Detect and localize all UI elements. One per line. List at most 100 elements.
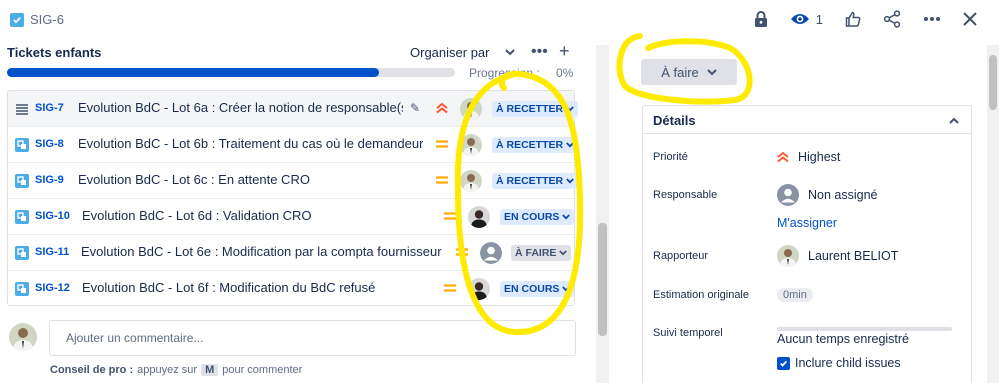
time-tracking-value: Aucun temps enregistré	[777, 332, 910, 346]
child-issue-row[interactable]: SIG-11 Evolution BdC - Lot 6e : Modificat…	[8, 235, 574, 271]
chevron-down-icon	[562, 214, 571, 220]
child-issue-summary[interactable]: Evolution BdC - Lot 6a : Créer la notion…	[78, 100, 403, 115]
priority-medium-icon	[436, 140, 448, 148]
assignee-field[interactable]: Non assigné	[777, 184, 878, 206]
include-child-checkbox[interactable]	[777, 356, 790, 370]
subtask-icon	[15, 138, 29, 152]
right-scrollbar[interactable]	[987, 45, 999, 383]
assignee-avatar[interactable]	[460, 134, 482, 156]
assignee-avatar[interactable]	[460, 98, 482, 120]
details-header[interactable]: Détails	[643, 106, 971, 134]
status-lozenge[interactable]: À RECETTER	[492, 101, 579, 117]
comment-input[interactable]: Ajouter un commentaire...	[49, 320, 576, 356]
status-label: EN COURS	[504, 211, 560, 223]
status-lozenge[interactable]: EN COURS	[500, 209, 575, 225]
chevron-up-icon[interactable]	[949, 117, 959, 124]
subtask-icon	[15, 246, 29, 260]
child-issue-row[interactable]: SIG-9 Evolution BdC - Lot 6c : En attente…	[8, 163, 579, 199]
time-tracking-label: Suivi temporel	[653, 327, 723, 339]
child-issue-key[interactable]: SIG-9	[35, 174, 64, 186]
details-panel: Détails Priorité Highest Responsable Non…	[642, 105, 972, 383]
chevron-down-icon	[562, 286, 571, 292]
child-issue-key[interactable]: SIG-7	[35, 102, 64, 114]
child-issue-row[interactable]: SIG-12 Evolution BdC - Lot 6f : Modificat…	[8, 271, 575, 305]
assignee-label: Responsable	[653, 189, 718, 201]
progress-percent: 0%	[556, 66, 574, 80]
status-button-label: À faire	[661, 64, 699, 80]
add-child-button[interactable]: +	[559, 41, 570, 62]
left-scrollbar-thumb[interactable]	[598, 223, 607, 336]
child-issue-row[interactable]: SIG-8 Evolution BdC - Lot 6b : Traitement…	[8, 127, 579, 163]
assignee-avatar[interactable]	[460, 170, 482, 192]
thumbs-up-icon	[845, 11, 861, 27]
status-lozenge[interactable]: À FAIRE	[511, 245, 572, 261]
child-more-button[interactable]: •••	[531, 43, 548, 61]
priority-medium-icon	[436, 176, 448, 184]
priority-label: Priorité	[653, 151, 688, 163]
close-button[interactable]	[963, 12, 977, 26]
child-issue-summary[interactable]: Evolution BdC - Lot 6c : En attente CRO	[78, 172, 310, 187]
progress-bar-fill	[7, 68, 379, 77]
estimate-value: 0min	[777, 288, 813, 302]
unassigned-avatar-icon	[777, 184, 799, 206]
watch-button[interactable]: 1	[790, 12, 823, 27]
reporter-label: Rapporteur	[653, 250, 709, 262]
order-by-dropdown[interactable]: Organiser par	[410, 45, 516, 60]
status-label: À RECETTER	[496, 139, 564, 151]
edit-pencil-icon[interactable]: ✎	[410, 101, 420, 115]
restrict-button[interactable]	[754, 11, 768, 27]
reporter-avatar	[777, 245, 799, 267]
child-issue-key[interactable]: SIG-11	[35, 246, 69, 258]
status-transition-button[interactable]: À faire	[641, 59, 737, 85]
assignee-avatar[interactable]	[468, 278, 490, 300]
child-issues-list: SIG-7 Evolution BdC - Lot 6a : Créer la n…	[7, 90, 579, 306]
reporter-field[interactable]: Laurent BELIOT	[777, 245, 898, 267]
child-issue-summary[interactable]: Evolution BdC - Lot 6e : Modification pa…	[81, 244, 442, 259]
issue-key-link[interactable]: SIG-6	[30, 12, 64, 27]
vote-button[interactable]	[845, 11, 861, 27]
assignee-avatar[interactable]	[480, 242, 502, 264]
include-child-issues[interactable]: Inclure child issues	[777, 356, 901, 370]
right-scrollbar-thumb[interactable]	[989, 55, 997, 110]
child-issue-summary[interactable]: Evolution BdC - Lot 6d : Validation CRO	[82, 208, 312, 223]
child-issues-title: Tickets enfants	[7, 45, 102, 60]
more-actions-button[interactable]	[923, 16, 941, 22]
status-label: À FAIRE	[515, 247, 557, 259]
assignee-avatar[interactable]	[468, 206, 490, 228]
chevron-down-icon	[707, 68, 717, 75]
include-child-label: Inclure child issues	[795, 356, 901, 370]
subtask-icon	[15, 282, 29, 296]
chevron-down-icon	[566, 106, 574, 112]
child-issue-key[interactable]: SIG-10	[35, 210, 70, 222]
order-by-label: Organiser par	[410, 45, 490, 60]
priority-value: Highest	[798, 150, 841, 164]
pro-tip-text-1: appuyez sur	[137, 364, 198, 376]
pro-tip-text-2: pour commenter	[222, 364, 303, 376]
chevron-down-icon	[566, 142, 574, 148]
chevron-down-icon	[505, 49, 516, 56]
assign-to-me-link[interactable]: M'assigner	[777, 216, 837, 230]
status-lozenge[interactable]: À RECETTER	[492, 137, 579, 153]
estimate-field[interactable]: 0min	[777, 288, 813, 302]
status-lozenge[interactable]: À RECETTER	[492, 173, 579, 189]
details-title: Détails	[653, 113, 696, 128]
child-issue-row[interactable]: SIG-7 Evolution BdC - Lot 6a : Créer la n…	[8, 91, 579, 127]
priority-field[interactable]: Highest	[777, 150, 840, 164]
child-issue-key[interactable]: SIG-12	[35, 282, 70, 294]
drag-handle-icon[interactable]	[15, 102, 29, 116]
status-lozenge[interactable]: EN COURS	[500, 281, 575, 297]
priority-medium-icon	[444, 284, 456, 292]
share-button[interactable]	[883, 10, 901, 28]
assignee-value: Non assigné	[808, 188, 878, 202]
child-issue-key[interactable]: SIG-8	[35, 138, 64, 150]
child-issue-summary[interactable]: Evolution BdC - Lot 6b : Traitement du c…	[78, 136, 423, 151]
close-icon	[963, 12, 977, 26]
status-label: À RECETTER	[496, 175, 564, 187]
child-issue-row[interactable]: SIG-10 Evolution BdC - Lot 6d : Validatio…	[8, 199, 575, 235]
child-issue-summary[interactable]: Evolution BdC - Lot 6f : Modification du…	[82, 280, 375, 295]
priority-medium-icon	[444, 212, 456, 220]
progress-label: Progression :	[469, 66, 540, 80]
left-scrollbar[interactable]	[596, 45, 609, 383]
time-tracking-bar[interactable]	[777, 327, 952, 331]
pro-tip-label: Conseil de pro :	[50, 364, 134, 376]
